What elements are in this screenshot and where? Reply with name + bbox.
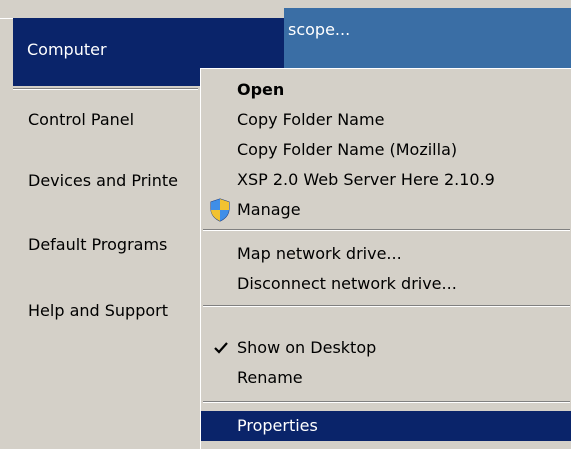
- background-window-text: scope...: [288, 20, 351, 39]
- uac-shield-icon: [210, 198, 230, 222]
- start-menu-item-control-panel[interactable]: Control Panel: [28, 110, 200, 129]
- menu-item-disconnect-network-drive-label: Disconnect network drive...: [237, 274, 457, 293]
- menu-item-manage-label: Manage: [237, 200, 301, 219]
- menu-item-open[interactable]: Open: [201, 75, 571, 105]
- menu-item-manage[interactable]: Manage: [201, 195, 571, 225]
- menu-item-copy-folder-name-label: Copy Folder Name: [237, 110, 385, 129]
- menu-separator: [203, 401, 570, 403]
- menu-item-open-label: Open: [237, 80, 285, 99]
- start-menu-top-strip: [0, 0, 290, 19]
- checkmark-icon: [214, 342, 228, 354]
- menu-item-show-on-desktop-label: Show on Desktop: [237, 338, 377, 357]
- context-menu: Open Copy Folder Name Copy Folder Name (…: [200, 68, 571, 449]
- menu-item-rename[interactable]: Rename: [201, 363, 571, 393]
- menu-item-show-on-desktop[interactable]: Show on Desktop: [201, 333, 571, 363]
- menu-separator: [203, 229, 570, 231]
- computer-label: Computer: [27, 40, 107, 59]
- menu-item-disconnect-network-drive[interactable]: Disconnect network drive...: [201, 269, 571, 299]
- start-menu-separator: [13, 88, 198, 90]
- start-menu-item-help-and-support[interactable]: Help and Support: [28, 301, 200, 320]
- menu-item-copy-folder-name[interactable]: Copy Folder Name: [201, 105, 571, 135]
- menu-item-xsp-web-server-label: XSP 2.0 Web Server Here 2.10.9: [237, 170, 495, 189]
- background-window: scope...: [284, 8, 571, 70]
- menu-item-map-network-drive-label: Map network drive...: [237, 244, 402, 263]
- menu-item-xsp-web-server[interactable]: XSP 2.0 Web Server Here 2.10.9: [201, 165, 571, 195]
- menu-item-properties[interactable]: Properties: [201, 411, 571, 441]
- menu-separator: [203, 305, 570, 307]
- menu-item-copy-folder-name-mozilla-label: Copy Folder Name (Mozilla): [237, 140, 458, 159]
- menu-item-copy-folder-name-mozilla[interactable]: Copy Folder Name (Mozilla): [201, 135, 571, 165]
- start-menu-item-default-programs[interactable]: Default Programs: [28, 235, 200, 254]
- start-menu-item-devices-and-printers[interactable]: Devices and Printe: [28, 171, 200, 190]
- menu-item-map-network-drive[interactable]: Map network drive...: [201, 239, 571, 269]
- menu-item-rename-label: Rename: [237, 368, 303, 387]
- menu-item-properties-label: Properties: [237, 416, 318, 435]
